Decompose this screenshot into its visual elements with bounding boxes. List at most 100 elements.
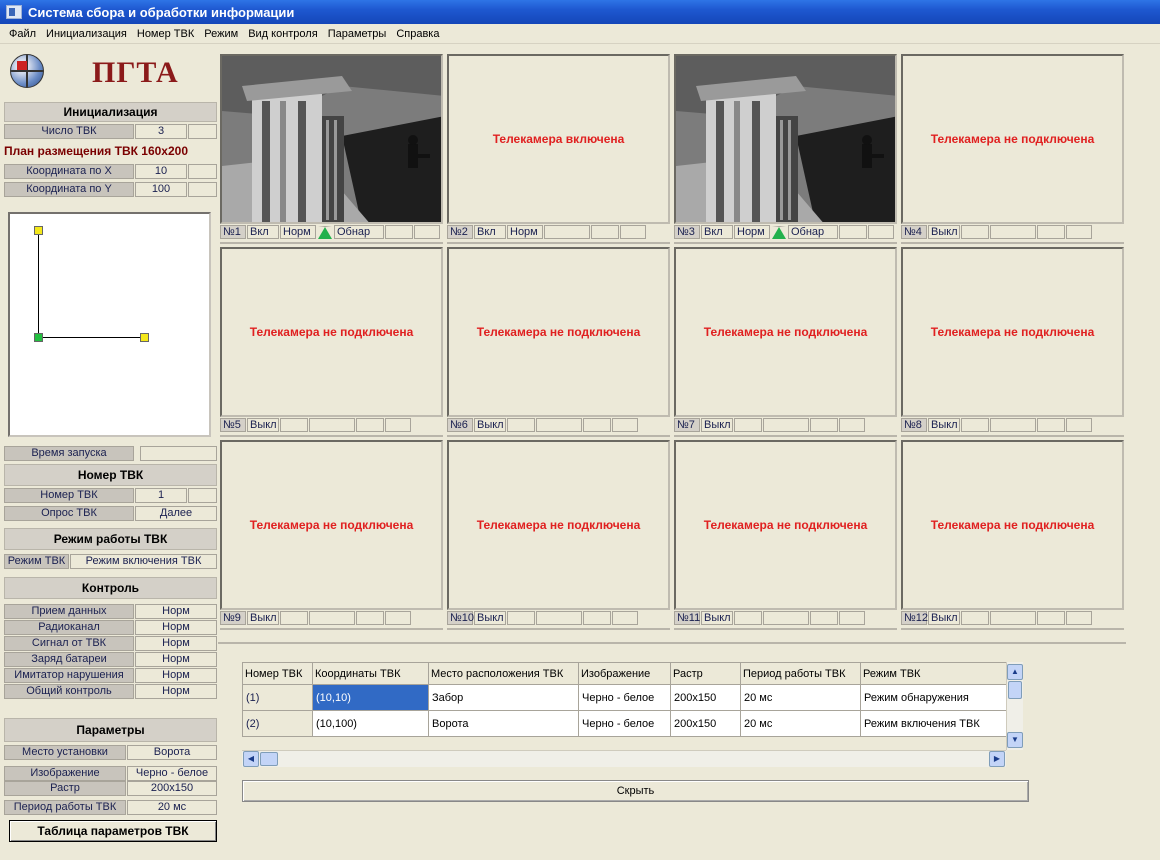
menu-control-view[interactable]: Вид контроля — [243, 28, 323, 40]
camera-number: №4 — [901, 225, 927, 239]
camera-message: Телекамера не подключена — [703, 325, 868, 339]
table-cell[interactable]: Ворота — [428, 710, 579, 737]
scroll-right-icon[interactable]: ▶ — [989, 751, 1005, 767]
scroll-up-icon[interactable]: ▲ — [1007, 664, 1023, 680]
camera-status-bar: №6 Выкл — [447, 418, 670, 432]
menu-file[interactable]: Файл — [4, 28, 41, 40]
table-cell[interactable]: Режим включения ТВК — [860, 710, 1007, 737]
col-header[interactable]: Координаты ТВК — [312, 662, 429, 685]
hscroll-thumb[interactable] — [260, 752, 278, 766]
camera-tile[interactable]: Телекамера не подключена №5 Выкл — [220, 247, 443, 440]
camera-message: Телекамера не подключена — [930, 325, 1095, 339]
camera-mode: Норм — [734, 225, 770, 239]
table-cell[interactable]: 20 мс — [740, 710, 861, 737]
param-row: Место установки Ворота — [4, 745, 217, 760]
camera-divider — [901, 435, 1124, 437]
camera-detect-empty — [544, 225, 590, 239]
table-cell[interactable]: 20 мс — [740, 684, 861, 711]
table-cell[interactable]: 200x150 — [670, 684, 741, 711]
mode-row: Режим ТВК Режим включения ТВК — [4, 554, 217, 569]
camera-screen[interactable]: Телекамера включена — [447, 54, 670, 224]
camera-tile[interactable]: №1 Вкл Норм Обнар — [220, 54, 443, 247]
camera-screen[interactable] — [674, 54, 897, 224]
camera-marker-1[interactable] — [34, 226, 43, 235]
start-time-value[interactable] — [140, 446, 217, 461]
camera-state: Выкл — [474, 418, 506, 432]
table-cell[interactable]: Черно - белое — [578, 684, 671, 711]
camera-mode-empty — [507, 611, 535, 625]
table-cell[interactable]: 200x150 — [670, 710, 741, 737]
table-row[interactable]: (2) (10,100) Ворота Черно - белое 200x15… — [242, 710, 1007, 737]
table-cell-selected[interactable]: (10,10) — [312, 684, 429, 711]
table-header-row: Номер ТВК Координаты ТВК Место расположе… — [242, 662, 1007, 685]
col-header[interactable]: Место расположения ТВК — [428, 662, 579, 685]
poll-next-button[interactable]: Далее — [135, 506, 217, 521]
table-cell[interactable]: (10,100) — [312, 710, 429, 737]
camera-mode-empty — [280, 418, 308, 432]
coord-x-value[interactable]: 10 — [135, 164, 187, 179]
placement-map[interactable] — [8, 212, 211, 437]
camera-message: Телекамера не подключена — [476, 518, 641, 532]
camera-marker-3[interactable] — [140, 333, 149, 342]
menu-init[interactable]: Инициализация — [41, 28, 132, 40]
camera-tile[interactable]: Телекамера не подключена №6 Выкл — [447, 247, 670, 440]
camera-mode: Норм — [507, 225, 543, 239]
camera-extra — [591, 225, 619, 239]
col-header[interactable]: Период работы ТВК — [740, 662, 861, 685]
camera-tile[interactable]: Телекамера не подключена №8 Выкл — [901, 247, 1124, 440]
camera-screen[interactable]: Телекамера не подключена — [220, 440, 443, 610]
table-cell[interactable]: (2) — [242, 710, 313, 737]
camera-tile[interactable]: Телекамера не подключена №9 Выкл — [220, 440, 443, 633]
camera-tile[interactable]: Телекамера включена №2 Вкл Норм — [447, 54, 670, 247]
scroll-down-icon[interactable]: ▼ — [1007, 732, 1023, 748]
menu-help[interactable]: Справка — [391, 28, 444, 40]
camera-screen[interactable]: Телекамера не подключена — [447, 247, 670, 417]
camera-tile[interactable]: Телекамера не подключена №4 Выкл — [901, 54, 1124, 247]
camera-status-bar: №7 Выкл — [674, 418, 897, 432]
menu-parameters[interactable]: Параметры — [323, 28, 392, 40]
table-cell[interactable]: Режим обнаружения — [860, 684, 1007, 711]
coord-y-value[interactable]: 100 — [135, 182, 187, 197]
table-cell[interactable]: Черно - белое — [578, 710, 671, 737]
camera-detect: Обнар — [334, 225, 384, 239]
camera-tile[interactable]: Телекамера не подключена №11 Выкл — [674, 440, 897, 633]
scroll-left-icon[interactable]: ◀ — [243, 751, 259, 767]
table-cell[interactable]: (1) — [242, 684, 313, 711]
camera-marker-2[interactable] — [34, 333, 43, 342]
camera-screen[interactable]: Телекамера не подключена — [220, 247, 443, 417]
horizontal-scrollbar[interactable]: ◀ ▶ — [242, 750, 1006, 767]
camera-tile[interactable]: №3 Вкл Норм Обнар — [674, 54, 897, 247]
camera-detect-empty — [536, 611, 582, 625]
logo-text: ПГТА — [92, 56, 179, 89]
col-header[interactable]: Режим ТВК — [860, 662, 1007, 685]
camera-tile[interactable]: Телекамера не подключена №12 Выкл — [901, 440, 1124, 633]
camera-extra — [868, 225, 894, 239]
camera-screen[interactable]: Телекамера не подключена — [674, 440, 897, 610]
camera-tile[interactable]: Телекамера не подключена №10 Выкл — [447, 440, 670, 633]
camera-screen[interactable]: Телекамера не подключена — [901, 54, 1124, 224]
camera-screen[interactable]: Телекамера не подключена — [447, 440, 670, 610]
menu-mode[interactable]: Режим — [199, 28, 243, 40]
mode-value[interactable]: Режим включения ТВК — [70, 554, 217, 569]
col-header[interactable]: Номер ТВК — [242, 662, 313, 685]
col-header[interactable]: Изображение — [578, 662, 671, 685]
tvk-number-value[interactable]: 1 — [135, 488, 187, 503]
camera-state: Выкл — [701, 611, 733, 625]
camera-screen[interactable] — [220, 54, 443, 224]
camera-screen[interactable]: Телекамера не подключена — [674, 247, 897, 417]
vertical-scrollbar[interactable]: ▲ ▼ — [1006, 662, 1023, 750]
params-table-button[interactable]: Таблица параметров ТВК — [9, 820, 217, 842]
table-cell[interactable]: Забор — [428, 684, 579, 711]
camera-message: Телекамера не подключена — [249, 325, 414, 339]
scroll-thumb[interactable] — [1008, 681, 1022, 699]
tvk-count-value[interactable]: 3 — [135, 124, 187, 139]
col-header[interactable]: Растр — [670, 662, 741, 685]
menu-tvk-number[interactable]: Номер ТВК — [132, 28, 199, 40]
camera-screen[interactable]: Телекамера не подключена — [901, 440, 1124, 610]
table-row[interactable]: (1) (10,10) Забор Черно - белое 200x150 … — [242, 684, 1007, 711]
hide-button[interactable]: Скрыть — [242, 780, 1029, 802]
camera-tile[interactable]: Телекамера не подключена №7 Выкл — [674, 247, 897, 440]
param-label: Место установки — [4, 745, 126, 760]
param-value: Ворота — [127, 745, 217, 760]
camera-screen[interactable]: Телекамера не подключена — [901, 247, 1124, 417]
